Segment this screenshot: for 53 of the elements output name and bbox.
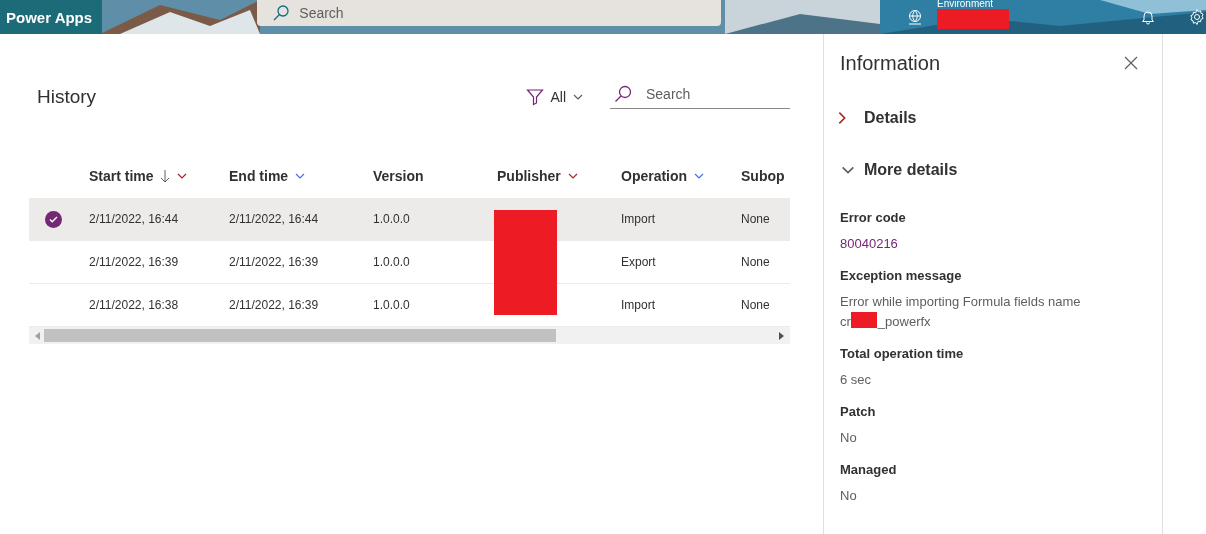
- scrollbar-thumb[interactable]: [44, 329, 556, 342]
- horizontal-scrollbar[interactable]: [29, 327, 790, 344]
- column-header[interactable]: Subop: [741, 167, 790, 184]
- environment-label: Environment: [937, 0, 994, 9]
- table-cell-text: Export: [621, 255, 657, 269]
- table-cell-text: None: [741, 298, 771, 312]
- table-cell-text: 1.0.0.0: [373, 212, 411, 226]
- field-label: Patch: [840, 404, 877, 419]
- settings-icon[interactable]: [1188, 8, 1206, 26]
- filter-icon: [526, 88, 545, 106]
- table-cell-text: 2/11/2022, 16:44: [229, 212, 320, 226]
- table-cell-text: 1.0.0.0: [373, 255, 411, 269]
- search-icon: [273, 5, 290, 21]
- field-value: 6 sec: [840, 371, 873, 389]
- field-value: 80040216: [840, 235, 899, 253]
- table-cell-text: None: [741, 212, 771, 226]
- table-cell-text: Import: [621, 298, 656, 312]
- column-header[interactable]: Operation: [621, 167, 741, 184]
- filter-button[interactable]: All: [526, 88, 584, 106]
- column-header[interactable]: Version: [373, 167, 497, 184]
- column-header[interactable]: Start time: [89, 167, 229, 184]
- table-cell-text: None: [741, 255, 771, 269]
- table-cell-text: Import: [621, 212, 656, 226]
- table-row[interactable]: 2/11/2022, 16:44 2/11/2022, 16:44 1.0.0.0 Import None: [29, 198, 790, 241]
- check-icon[interactable]: [45, 210, 62, 228]
- field-value: Error while importing Formula fields name cr _powerfx: [840, 293, 1082, 331]
- section-toggle[interactable]: Details: [834, 92, 1146, 144]
- column-header[interactable]: Publisher: [497, 167, 621, 184]
- table-cell-text: 2/11/2022, 16:39: [229, 298, 320, 312]
- panel-title: Information: [840, 51, 941, 75]
- field-label: Managed: [840, 462, 898, 477]
- table-cell-text: 2/11/2022, 16:39: [89, 255, 180, 269]
- field-label: Total operation time: [840, 346, 965, 361]
- table-cell-text: 2/11/2022, 16:44: [89, 212, 180, 226]
- field-value: No: [840, 429, 858, 447]
- search-icon: [614, 84, 632, 103]
- table-cell-text: 2/11/2022, 16:39: [229, 255, 320, 269]
- field-label: Exception message: [840, 268, 963, 283]
- search-field[interactable]: Search: [257, 0, 721, 26]
- page-title: History: [36, 86, 98, 108]
- section-toggle[interactable]: More details: [840, 144, 1146, 196]
- search-field[interactable]: Search: [610, 79, 790, 109]
- column-header[interactable]: End time: [229, 167, 373, 184]
- bell-icon[interactable]: [1140, 9, 1156, 25]
- field-value: No: [840, 487, 858, 505]
- field-label: Error code: [840, 210, 907, 225]
- scroll-right-icon[interactable]: [779, 331, 784, 340]
- table-cell-text: 1.0.0.0: [373, 298, 411, 312]
- close-button[interactable]: [1124, 56, 1138, 70]
- table-cell-text: 2/11/2022, 16:38: [89, 298, 180, 312]
- app-name[interactable]: Power Apps: [0, 0, 103, 34]
- sort-down-icon: [159, 168, 170, 183]
- globe-icon[interactable]: [907, 9, 923, 25]
